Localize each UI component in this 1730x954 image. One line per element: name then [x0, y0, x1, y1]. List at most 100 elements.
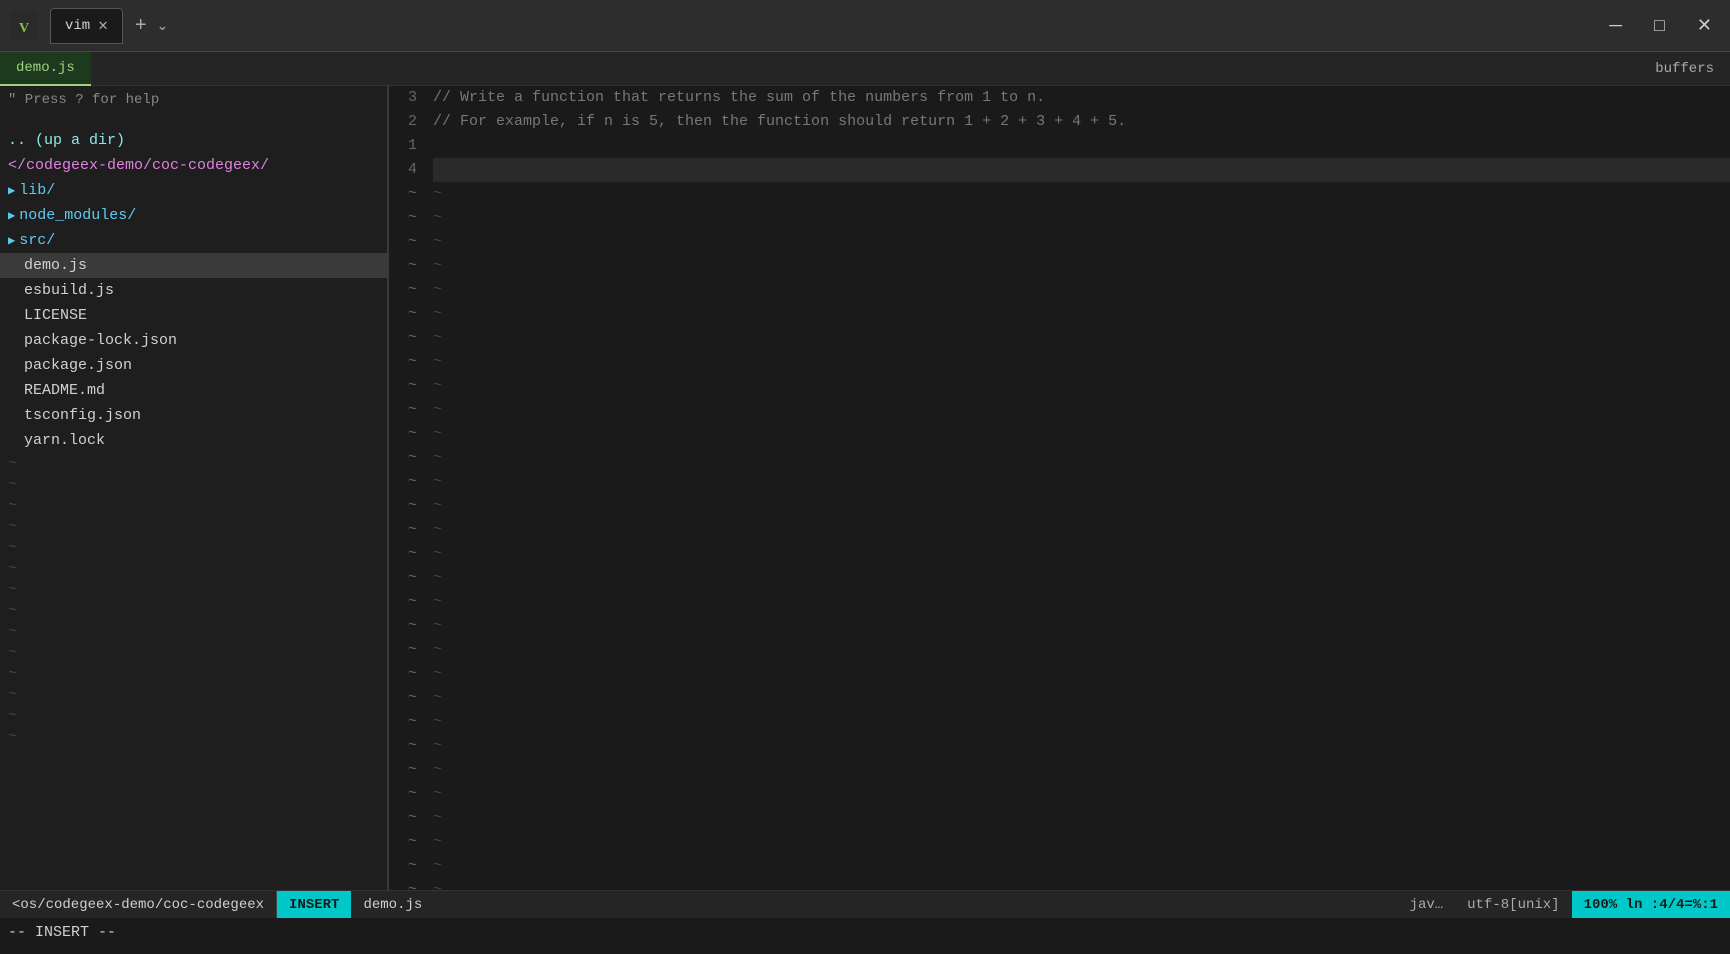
tilde-1: ~ — [0, 453, 387, 474]
sidebar-file-license[interactable]: LICENSE — [0, 303, 387, 328]
code-tilde-7: ~ — [433, 326, 1730, 350]
tilde-5: ~ — [0, 537, 387, 558]
status-filetype: jav… — [1398, 891, 1456, 918]
folder-lib-label: lib/ — [19, 182, 55, 199]
code-tilde-8: ~ — [433, 350, 1730, 374]
code-tilde-29: ~ — [433, 854, 1730, 878]
tab-close-icon[interactable]: ✕ — [98, 18, 108, 34]
tilde-10: ~ — [0, 642, 387, 663]
code-tilde-28: ~ — [433, 830, 1730, 854]
ln-tilde-18: ~ — [389, 590, 417, 614]
ln-tilde-29: ~ — [389, 854, 417, 878]
code-tilde-5: ~ — [433, 278, 1730, 302]
ln-tilde-28: ~ — [389, 830, 417, 854]
code-tilde-16: ~ — [433, 542, 1730, 566]
sidebar-file-package-json[interactable]: package.json — [0, 353, 387, 378]
code-line-2: // For example, if n is 5, then the func… — [433, 110, 1730, 134]
ln-tilde-19: ~ — [389, 614, 417, 638]
tilde-11: ~ — [0, 663, 387, 684]
sidebar-current-path: </codegeex-demo/coc-codegeex/ — [0, 153, 387, 178]
code-tilde-4: ~ — [433, 254, 1730, 278]
tilde-6: ~ — [0, 558, 387, 579]
ln-tilde-1: ~ — [389, 182, 417, 206]
folder-node-modules-label: node_modules/ — [19, 207, 136, 224]
ln-tilde-26: ~ — [389, 782, 417, 806]
tab-add-button[interactable]: + — [129, 14, 153, 37]
code-tilde-20: ~ — [433, 638, 1730, 662]
sidebar-folder-node-modules[interactable]: ▶ node_modules/ — [0, 203, 387, 228]
folder-arrow-icon: ▶ — [8, 183, 15, 198]
main-area: " Press ? for help .. (up a dir) </codeg… — [0, 86, 1730, 890]
status-position: 100% ln :4/4=%:1 — [1572, 891, 1730, 918]
sidebar-file-tsconfig[interactable]: tsconfig.json — [0, 403, 387, 428]
code-line-4 — [433, 158, 1730, 182]
tilde-13: ~ — [0, 705, 387, 726]
sidebar: " Press ? for help .. (up a dir) </codeg… — [0, 86, 388, 890]
cmd-bar: -- INSERT -- — [0, 918, 1730, 946]
sidebar-folder-src[interactable]: ▶ src/ — [0, 228, 387, 253]
vim-tab[interactable]: vim ✕ — [50, 8, 123, 44]
code-tilde-17: ~ — [433, 566, 1730, 590]
window-close-button[interactable]: ✕ — [1689, 13, 1720, 38]
code-tilde-9: ~ — [433, 374, 1730, 398]
code-tilde-2: ~ — [433, 206, 1730, 230]
sidebar-file-yarn-lock[interactable]: yarn.lock — [0, 428, 387, 453]
code-tilde-22: ~ — [433, 686, 1730, 710]
tab-container: vim ✕ + ⌄ — [50, 8, 172, 44]
code-tilde-27: ~ — [433, 806, 1730, 830]
ln-tilde-25: ~ — [389, 758, 417, 782]
tilde-2: ~ — [0, 474, 387, 495]
code-tilde-11: ~ — [433, 422, 1730, 446]
sidebar-up-dir[interactable]: .. (up a dir) — [0, 128, 387, 153]
ln-tilde-9: ~ — [389, 374, 417, 398]
ln-tilde-2: ~ — [389, 206, 417, 230]
code-tilde-19: ~ — [433, 614, 1730, 638]
code-tilde-6: ~ — [433, 302, 1730, 326]
sidebar-blank — [0, 114, 387, 128]
editor-area[interactable]: 3 2 1 4 ~ ~ ~ ~ ~ ~ ~ ~ ~ ~ ~ ~ ~ ~ ~ ~ — [389, 86, 1730, 890]
line-num-4: 4 — [389, 158, 417, 182]
sidebar-help-text: " Press ? for help — [0, 86, 387, 114]
code-tilde-3: ~ — [433, 230, 1730, 254]
maximize-button[interactable]: □ — [1646, 13, 1673, 38]
status-encoding: utf-8[unix] — [1455, 891, 1571, 918]
tilde-8: ~ — [0, 600, 387, 621]
ln-tilde-4: ~ — [389, 254, 417, 278]
sidebar-file-demo-js[interactable]: demo.js — [0, 253, 387, 278]
editor-content: 3 2 1 4 ~ ~ ~ ~ ~ ~ ~ ~ ~ ~ ~ ~ ~ ~ ~ ~ — [389, 86, 1730, 902]
sidebar-folder-lib[interactable]: ▶ lib/ — [0, 178, 387, 203]
sidebar-file-package-lock[interactable]: package-lock.json — [0, 328, 387, 353]
line-numbers: 3 2 1 4 ~ ~ ~ ~ ~ ~ ~ ~ ~ ~ ~ ~ ~ ~ ~ ~ — [389, 86, 425, 902]
status-right: jav… utf-8[unix] 100% ln :4/4=%:1 — [1398, 891, 1730, 918]
ln-tilde-15: ~ — [389, 518, 417, 542]
folder-src-label: src/ — [19, 232, 55, 249]
code-tilde-23: ~ — [433, 710, 1730, 734]
code-tilde-1: ~ — [433, 182, 1730, 206]
folder-arrow-icon: ▶ — [8, 208, 15, 223]
editor-tabs: demo.js buffers — [0, 52, 1730, 86]
cmd-insert-label: -- INSERT -- — [8, 924, 116, 941]
code-tilde-21: ~ — [433, 662, 1730, 686]
ln-tilde-22: ~ — [389, 686, 417, 710]
code-line-3: // Write a function that returns the sum… — [433, 86, 1730, 110]
ln-tilde-16: ~ — [389, 542, 417, 566]
tab-label: vim — [65, 18, 90, 34]
ln-tilde-27: ~ — [389, 806, 417, 830]
tab-chevron-button[interactable]: ⌄ — [153, 17, 173, 34]
sidebar-tildes: ~ ~ ~ ~ ~ ~ ~ ~ ~ ~ ~ ~ ~ ~ — [0, 453, 387, 747]
tilde-7: ~ — [0, 579, 387, 600]
sidebar-file-readme[interactable]: README.md — [0, 378, 387, 403]
code-tilde-12: ~ — [433, 446, 1730, 470]
ln-tilde-24: ~ — [389, 734, 417, 758]
tilde-9: ~ — [0, 621, 387, 642]
sidebar-file-esbuild-js[interactable]: esbuild.js — [0, 278, 387, 303]
active-editor-tab[interactable]: demo.js — [0, 52, 91, 86]
ln-tilde-7: ~ — [389, 326, 417, 350]
code-tilde-24: ~ — [433, 734, 1730, 758]
code-area[interactable]: // Write a function that returns the sum… — [425, 86, 1730, 902]
ln-tilde-21: ~ — [389, 662, 417, 686]
code-tilde-14: ~ — [433, 494, 1730, 518]
tilde-4: ~ — [0, 516, 387, 537]
minimize-button[interactable]: ─ — [1601, 13, 1630, 38]
ln-tilde-5: ~ — [389, 278, 417, 302]
